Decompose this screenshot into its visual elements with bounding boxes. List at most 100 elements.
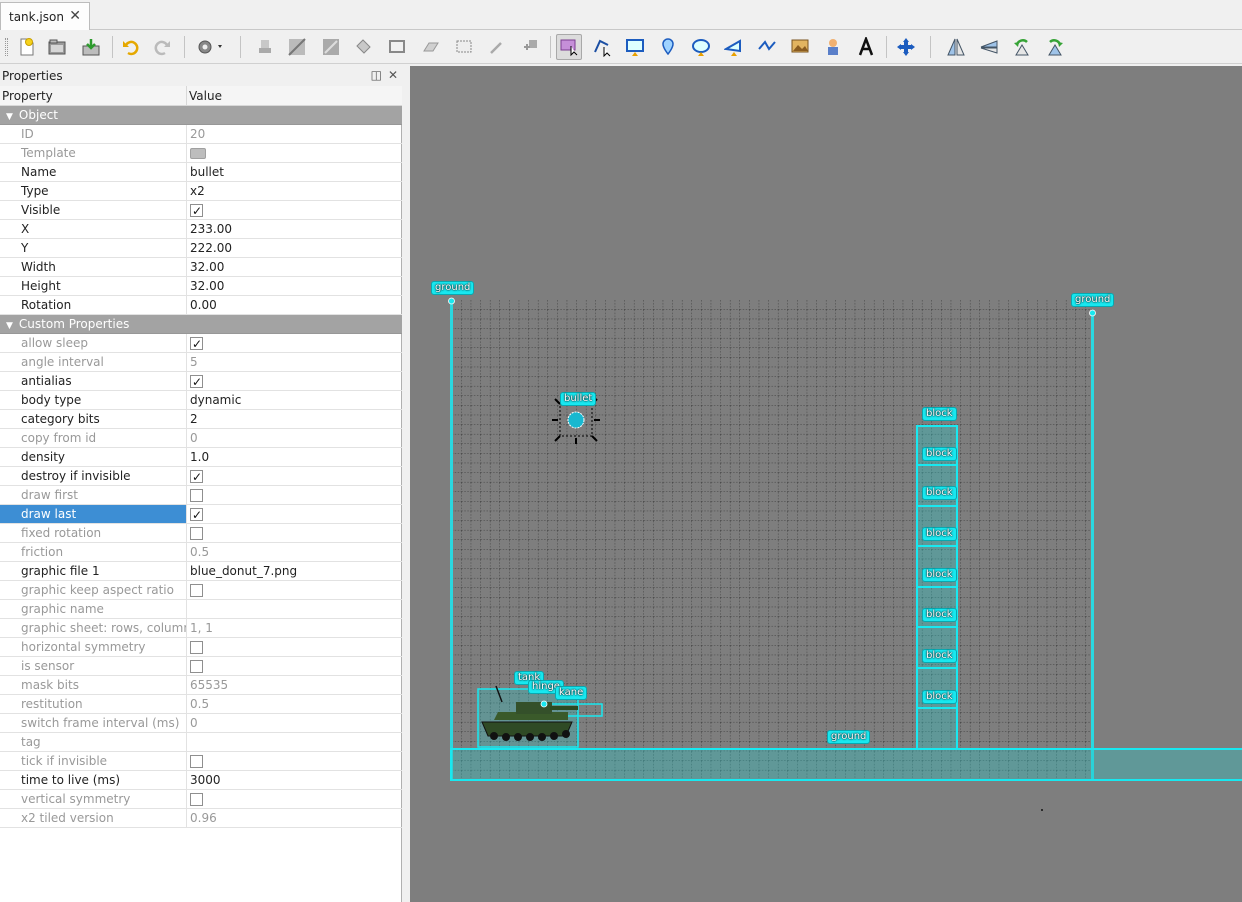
property-checkbox[interactable] — [190, 584, 203, 597]
property-row[interactable]: graphic sheet: rows, columns 1, 1 — [0, 619, 402, 638]
property-value[interactable]: 0.5 — [187, 695, 402, 713]
property-row[interactable]: Rotation 0.00 — [0, 296, 402, 315]
label-ground-left[interactable]: ground — [431, 281, 475, 295]
property-value[interactable] — [187, 201, 402, 219]
property-checkbox[interactable] — [190, 202, 203, 219]
move-icon[interactable] — [893, 34, 919, 60]
random-brush-icon[interactable] — [318, 34, 344, 60]
property-row[interactable]: copy from id 0 — [0, 429, 402, 448]
open-file-icon[interactable] — [44, 34, 70, 60]
label-block[interactable]: block — [922, 608, 957, 622]
property-row[interactable]: X 233.00 — [0, 220, 402, 239]
insert-template-icon[interactable] — [820, 34, 846, 60]
insert-polygon-icon[interactable] — [721, 34, 747, 60]
document-tab[interactable]: tank.json ✕ — [0, 2, 90, 30]
toolbar-grip[interactable] — [5, 38, 8, 56]
property-row[interactable]: graphic keep aspect ratio — [0, 581, 402, 600]
property-row[interactable]: time to live (ms) 3000 — [0, 771, 402, 790]
label-block[interactable]: block — [922, 568, 957, 582]
property-value[interactable] — [187, 752, 402, 770]
property-checkbox[interactable] — [190, 793, 203, 806]
property-value[interactable] — [187, 467, 402, 485]
property-row[interactable]: tick if invisible — [0, 752, 402, 771]
property-value[interactable]: 32.00 — [187, 258, 402, 276]
bucket-fill-icon[interactable] — [350, 34, 376, 60]
select-objects-icon[interactable] — [556, 34, 582, 60]
rect-select-icon[interactable] — [451, 34, 477, 60]
property-row[interactable]: tag — [0, 733, 402, 752]
property-value[interactable] — [187, 638, 402, 656]
template-swatch-icon[interactable] — [190, 148, 206, 159]
label-block[interactable]: block — [922, 407, 957, 421]
eraser-icon[interactable] — [418, 34, 444, 60]
property-value[interactable]: 32.00 — [187, 277, 402, 295]
label-block[interactable]: block — [922, 649, 957, 663]
select-same-tile-icon[interactable] — [518, 34, 544, 60]
property-value[interactable] — [187, 581, 402, 599]
rotate-right-icon[interactable] — [1042, 34, 1068, 60]
new-file-icon[interactable] — [14, 34, 40, 60]
ground-right-wall[interactable] — [1091, 312, 1094, 780]
terrain-brush-icon[interactable] — [284, 34, 310, 60]
close-panel-icon[interactable]: ✕ — [388, 68, 398, 82]
property-value[interactable]: 5 — [187, 353, 402, 371]
flip-horizontal-icon[interactable] — [943, 34, 969, 60]
collapse-triangle-icon[interactable]: ▼ — [6, 112, 13, 122]
property-group[interactable]: ▼ Custom Properties — [0, 315, 402, 334]
property-row[interactable]: graphic file 1 blue_donut_7.png — [0, 562, 402, 581]
property-row[interactable]: Y 222.00 — [0, 239, 402, 258]
property-value[interactable]: 222.00 — [187, 239, 402, 257]
property-value[interactable] — [187, 790, 402, 808]
insert-text-icon[interactable] — [853, 34, 879, 60]
magic-wand-icon[interactable] — [484, 34, 510, 60]
property-row[interactable]: switch frame interval (ms) 0 — [0, 714, 402, 733]
shape-fill-icon[interactable] — [384, 34, 410, 60]
property-value[interactable]: 0.00 — [187, 296, 402, 314]
property-row[interactable]: antialias — [0, 372, 402, 391]
property-value[interactable] — [187, 505, 402, 523]
map-canvas[interactable]: ground ground ground bullet tank hinge k… — [410, 66, 1242, 902]
property-row[interactable]: x2 tiled version 0.96 — [0, 809, 402, 828]
property-row[interactable]: angle interval 5 — [0, 353, 402, 372]
column-property[interactable]: Property — [0, 86, 187, 106]
property-value[interactable] — [187, 144, 402, 162]
property-value[interactable]: blue_donut_7.png — [187, 562, 402, 580]
property-group[interactable]: ▼ Object — [0, 106, 402, 125]
property-checkbox[interactable] — [190, 506, 203, 523]
property-row[interactable]: destroy if invisible — [0, 467, 402, 486]
property-checkbox[interactable] — [190, 335, 203, 352]
save-file-icon[interactable] — [78, 34, 104, 60]
property-checkbox[interactable] — [190, 660, 203, 673]
property-row[interactable]: graphic name — [0, 600, 402, 619]
property-checkbox[interactable] — [190, 527, 203, 540]
property-row[interactable]: body type dynamic — [0, 391, 402, 410]
float-panel-icon[interactable]: ◫ — [371, 68, 382, 82]
property-checkbox[interactable] — [190, 468, 203, 485]
insert-point-icon[interactable] — [655, 34, 681, 60]
property-row[interactable]: draw first — [0, 486, 402, 505]
property-row[interactable]: Name bullet — [0, 163, 402, 182]
property-row[interactable]: restitution 0.5 — [0, 695, 402, 714]
property-row[interactable]: Visible — [0, 201, 402, 220]
property-row[interactable]: horizontal symmetry — [0, 638, 402, 657]
property-value[interactable] — [187, 334, 402, 352]
collapse-triangle-icon[interactable]: ▼ — [6, 321, 13, 331]
property-value[interactable] — [187, 524, 402, 542]
property-checkbox[interactable] — [190, 373, 203, 390]
property-value[interactable] — [187, 600, 402, 618]
label-block[interactable]: block — [922, 690, 957, 704]
undo-icon[interactable] — [118, 34, 144, 60]
column-value[interactable]: Value — [187, 86, 222, 106]
property-checkbox[interactable] — [190, 489, 203, 502]
property-row[interactable]: Type x2 — [0, 182, 402, 201]
redo-icon[interactable] — [149, 34, 175, 60]
label-block[interactable]: block — [922, 447, 957, 461]
ground-floor[interactable] — [450, 748, 1242, 781]
property-row[interactable]: is sensor — [0, 657, 402, 676]
property-row[interactable]: Height 32.00 — [0, 277, 402, 296]
property-value[interactable]: x2 — [187, 182, 402, 200]
property-value[interactable]: 20 — [187, 125, 402, 143]
settings-icon[interactable] — [190, 34, 232, 60]
property-row[interactable]: density 1.0 — [0, 448, 402, 467]
property-value[interactable]: 0 — [187, 714, 402, 732]
